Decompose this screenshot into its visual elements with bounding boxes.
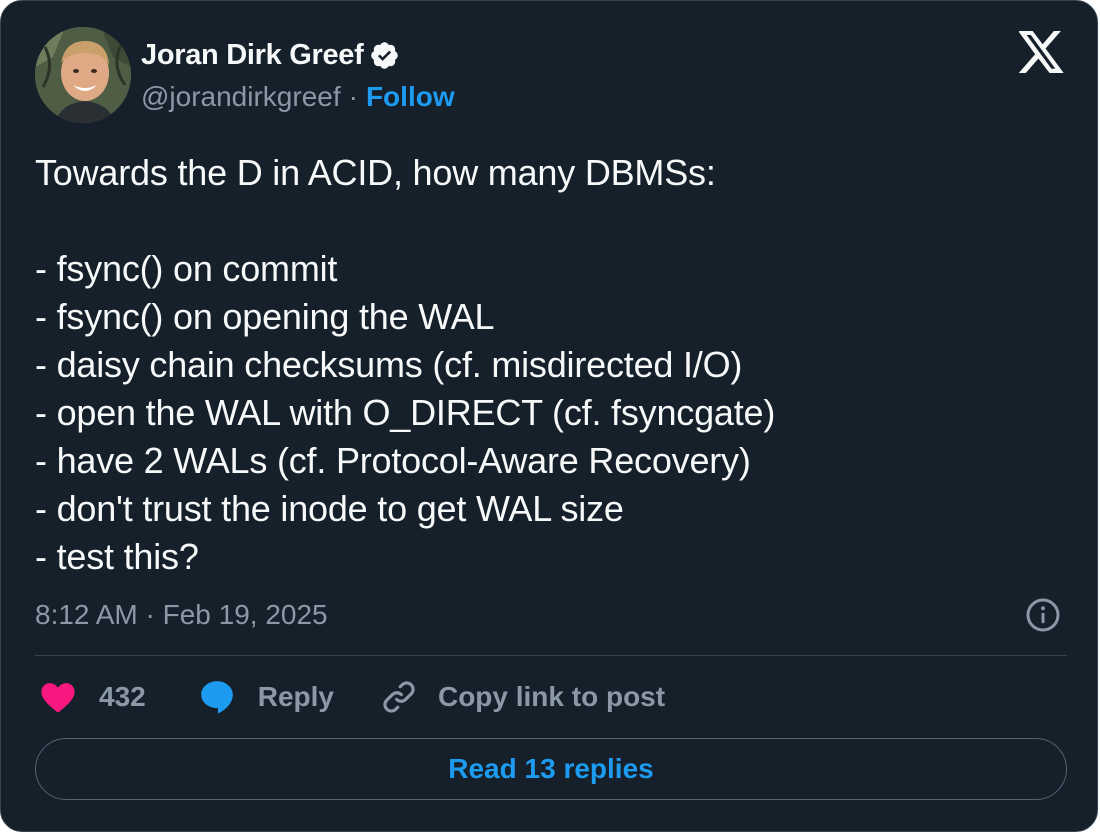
separator-dot: · (348, 81, 358, 112)
action-bar: 432 Reply Copy link to post (39, 675, 711, 719)
avatar-photo-icon (35, 27, 131, 123)
reply-bubble-icon (200, 681, 233, 714)
tweet-text: Towards the D in ACID, how many DBMSs: -… (35, 152, 776, 577)
read-replies-button[interactable]: Read 13 replies (35, 738, 1067, 800)
divider (35, 655, 1067, 656)
author-display-name[interactable]: Joran Dirk Greef (141, 39, 364, 72)
reply-label: Reply (257, 681, 334, 712)
copy-link-label: Copy link to post (437, 681, 666, 712)
verified-badge-icon (369, 40, 400, 71)
author-name-row: Joran Dirk Greef (141, 37, 400, 73)
info-icon[interactable] (1025, 597, 1061, 633)
heart-icon (41, 683, 75, 713)
author-handle[interactable]: @jorandirkgreef (141, 81, 341, 113)
reply-button[interactable]: Reply (192, 678, 334, 716)
x-logo-icon[interactable] (1018, 31, 1065, 73)
tweet-timestamp[interactable]: 8:12 AM · Feb 19, 2025 (35, 597, 328, 633)
avatar[interactable] (35, 27, 131, 123)
follow-button[interactable]: Follow (366, 81, 455, 113)
like-button[interactable]: 432 (39, 678, 146, 716)
author-handle-row: @jorandirkgreef · Follow (141, 79, 455, 115)
copy-link-button[interactable]: Copy link to post (380, 678, 665, 716)
link-icon (383, 681, 415, 713)
like-count: 432 (99, 681, 146, 712)
tweet-card: Joran Dirk Greef @jorandirkgreef · Follo… (0, 0, 1098, 832)
read-replies-label: Read 13 replies (448, 753, 654, 784)
